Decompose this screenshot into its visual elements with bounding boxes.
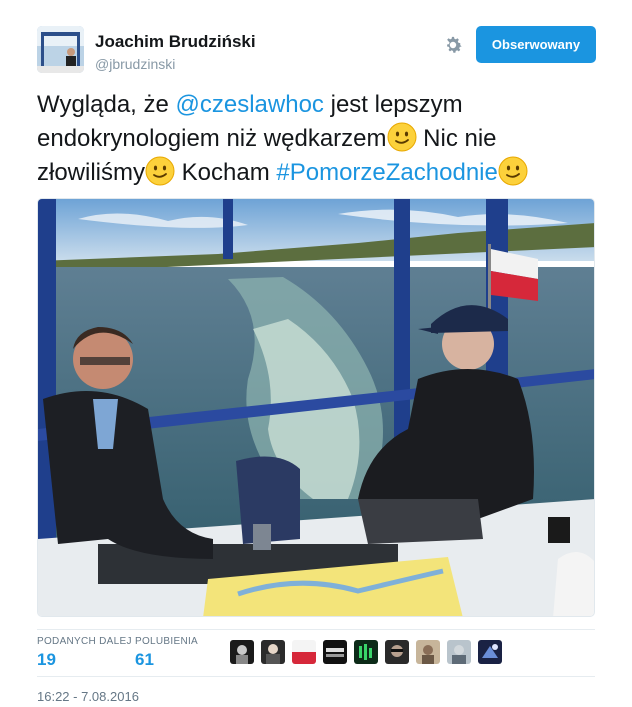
stats-divider-bottom (37, 676, 595, 677)
liker-avatars (230, 640, 502, 664)
smiley-emoji-icon (498, 156, 528, 186)
gear-icon[interactable] (442, 34, 464, 56)
tweet-photo[interactable] (37, 198, 595, 617)
author-handle[interactable]: @jbrudzinski (95, 56, 175, 72)
liker-avatar[interactable] (292, 640, 316, 664)
liker-avatar[interactable] (478, 640, 502, 664)
author-avatar[interactable] (37, 26, 84, 73)
likes-label: POLUBIENIA (135, 636, 199, 647)
tweet-text-part: Kocham (175, 159, 277, 186)
author-name[interactable]: Joachim Brudziński (95, 32, 256, 52)
liker-avatar[interactable] (261, 640, 285, 664)
liker-avatar[interactable] (385, 640, 409, 664)
liker-avatar[interactable] (416, 640, 440, 664)
likes-count[interactable]: 61 (135, 650, 154, 670)
retweets-label: PODANYCH DALEJ (37, 636, 132, 647)
liker-avatar[interactable] (230, 640, 254, 664)
liker-avatar[interactable] (354, 640, 378, 664)
tweet-text: Wygląda, że @czeslawhoc jest lepszym end… (37, 88, 597, 190)
liker-avatar[interactable] (323, 640, 347, 664)
stats-divider-top (37, 629, 595, 630)
tweet-timestamp[interactable]: 16:22 - 7.08.2016 (37, 689, 139, 704)
following-button[interactable]: Obserwowany (476, 26, 596, 63)
retweets-count[interactable]: 19 (37, 650, 56, 670)
smiley-emoji-icon (145, 156, 175, 186)
smiley-emoji-icon (387, 122, 416, 152)
hashtag-link[interactable]: #PomorzeZachodnie (276, 159, 497, 186)
liker-avatar[interactable] (447, 640, 471, 664)
tweet-text-part: Wygląda, że (37, 91, 176, 118)
mention-link[interactable]: @czeslawhoc (176, 91, 324, 118)
